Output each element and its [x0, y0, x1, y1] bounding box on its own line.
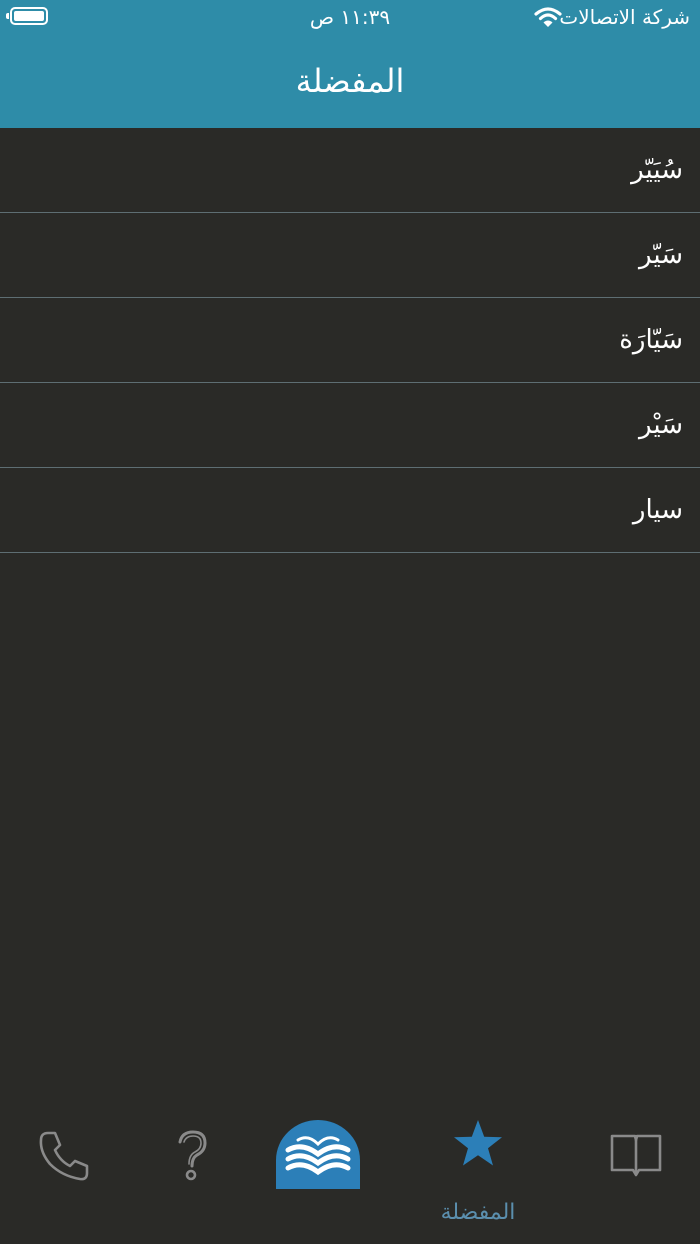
book-icon — [610, 1134, 662, 1177]
list-item-label: سَيّارَة — [619, 325, 683, 355]
tab-dictionary[interactable] — [610, 1132, 662, 1182]
help-icon — [178, 1130, 207, 1181]
list-item[interactable]: سَيْر — [0, 383, 700, 468]
favorites-list: سُيَيّر سَيّر سَيّارَة سَيْر سيار — [0, 128, 700, 553]
star-icon — [454, 1120, 502, 1166]
status-time: ١١:٣٩ ص — [309, 5, 391, 29]
list-item[interactable]: سُيَيّر — [0, 128, 700, 213]
battery-icon — [6, 7, 48, 25]
list-item-label: سَيْر — [639, 410, 683, 440]
tab-bar: المفضلة — [0, 1100, 700, 1244]
tab-favorites-label: المفضلة — [440, 1200, 516, 1225]
list-item-label: سُيَيّر — [631, 155, 683, 185]
tab-favorites[interactable] — [450, 1118, 506, 1174]
list-item[interactable]: سَيّر — [0, 213, 700, 298]
tab-contact[interactable] — [38, 1130, 90, 1186]
list-item[interactable]: سيار — [0, 468, 700, 553]
home-logo-icon — [276, 1120, 360, 1189]
page-title: المفضلة — [295, 62, 405, 100]
status-bar: شركة الاتصالات ١١:٣٩ ص — [0, 0, 700, 36]
tab-help[interactable] — [174, 1130, 210, 1186]
list-item-label: سيار — [632, 495, 683, 525]
phone-icon — [39, 1131, 89, 1181]
tab-home[interactable] — [276, 1120, 360, 1189]
list-item[interactable]: سَيّارَة — [0, 298, 700, 383]
app-header: شركة الاتصالات ١١:٣٩ ص المفضلة — [0, 0, 700, 128]
list-item-label: سَيّر — [639, 240, 683, 270]
